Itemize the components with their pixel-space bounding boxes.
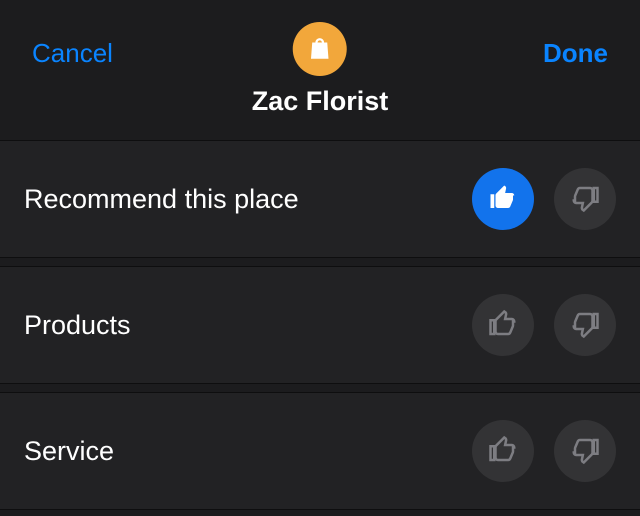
modal-header: Cancel Zac Florist Done: [0, 0, 640, 140]
thumbs-up-button[interactable]: [472, 168, 534, 230]
rating-row-recommend: Recommend this place: [0, 140, 640, 258]
rating-row-service: Service: [0, 392, 640, 510]
thumbs-up-icon: [488, 435, 518, 468]
cancel-button[interactable]: Cancel: [32, 30, 113, 77]
done-button[interactable]: Done: [543, 30, 608, 77]
vote-group: [472, 294, 616, 356]
thumbs-up-button[interactable]: [472, 294, 534, 356]
place-title: Zac Florist: [252, 86, 389, 117]
vote-group: [472, 168, 616, 230]
title-block: Zac Florist: [252, 22, 389, 117]
rating-row-products: Products: [0, 266, 640, 384]
thumbs-down-icon: [570, 183, 600, 216]
rating-row-label: Recommend this place: [24, 184, 299, 215]
thumbs-up-icon: [488, 183, 518, 216]
thumbs-up-button[interactable]: [472, 420, 534, 482]
thumbs-down-button[interactable]: [554, 168, 616, 230]
thumbs-up-icon: [488, 309, 518, 342]
rating-row-label: Products: [24, 310, 131, 341]
rating-rows: Recommend this place Products: [0, 140, 640, 510]
thumbs-down-button[interactable]: [554, 420, 616, 482]
vote-group: [472, 420, 616, 482]
thumbs-down-button[interactable]: [554, 294, 616, 356]
thumbs-down-icon: [570, 435, 600, 468]
thumbs-down-icon: [570, 309, 600, 342]
shopping-bag-icon: [293, 22, 347, 76]
rating-row-label: Service: [24, 436, 114, 467]
